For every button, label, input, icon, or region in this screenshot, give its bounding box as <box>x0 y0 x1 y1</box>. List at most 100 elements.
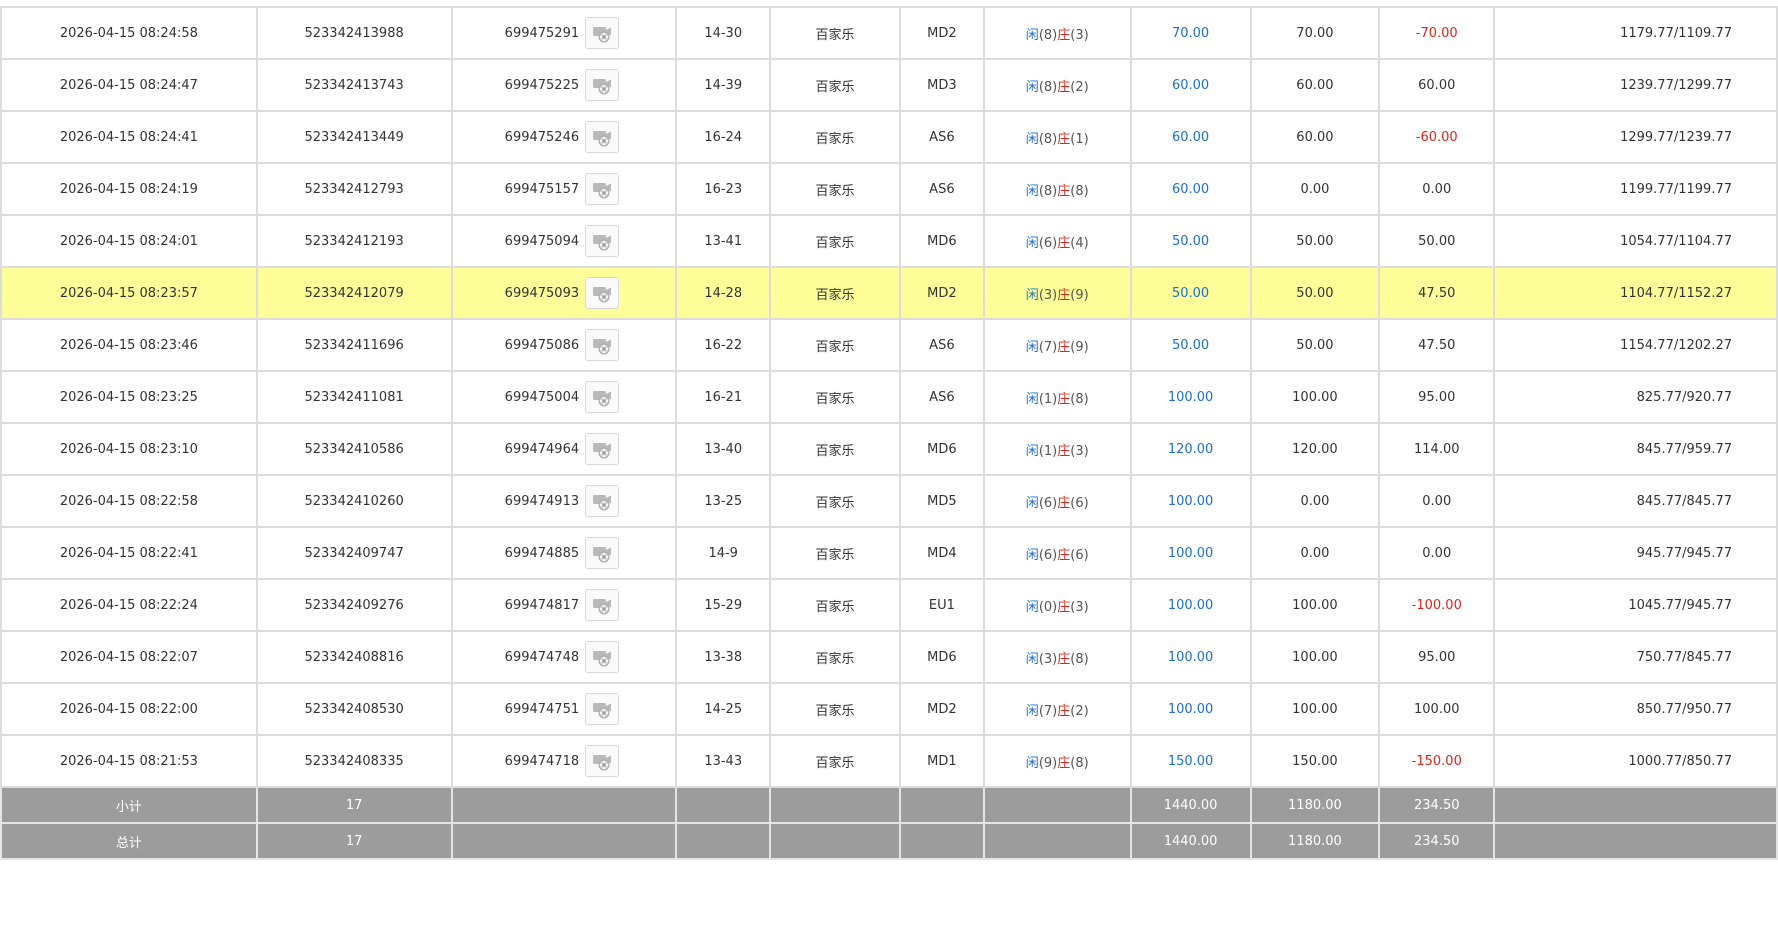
game-type: 百家乐 <box>769 526 901 580</box>
video-replay-icon[interactable] <box>585 537 620 569</box>
video-replay-icon[interactable] <box>585 381 620 413</box>
bet-amount[interactable]: 100.00 <box>1129 526 1252 580</box>
bet-amount[interactable]: 50.00 <box>1129 266 1252 320</box>
game-id-cell: 699474718 <box>450 734 678 788</box>
table-row[interactable]: 2026-04-15 08:24:58 523342413988 699475291… <box>0 6 1778 60</box>
win-loss: 95.00 <box>1378 630 1496 684</box>
video-replay-icon[interactable] <box>585 693 620 725</box>
bet-time: 2026-04-15 08:24:41 <box>0 110 258 164</box>
bet-amount[interactable]: 150.00 <box>1129 734 1252 788</box>
valid-bet: 0.00 <box>1249 162 1381 216</box>
video-replay-icon[interactable] <box>585 225 620 257</box>
bet-amount[interactable]: 70.00 <box>1129 6 1252 60</box>
valid-bet: 60.00 <box>1249 110 1381 164</box>
game-id-cell: 699475094 <box>450 214 678 268</box>
bet-amount[interactable]: 60.00 <box>1129 162 1252 216</box>
bet-amount[interactable]: 60.00 <box>1129 110 1252 164</box>
table-row[interactable]: 2026-04-15 08:22:41 523342409747 699474885… <box>0 526 1778 580</box>
table-row[interactable]: 2026-04-15 08:22:07 523342408816 699474748… <box>0 630 1778 684</box>
banker-points: (3) <box>1070 599 1089 615</box>
video-replay-icon[interactable] <box>585 69 620 101</box>
table-row[interactable]: 2026-04-15 08:22:24 523342409276 699474817… <box>0 578 1778 632</box>
banker-label: 庄 <box>1057 131 1071 147</box>
table-row[interactable]: 2026-04-15 08:24:47 523342413743 699475225… <box>0 58 1778 112</box>
win-loss: 0.00 <box>1378 526 1496 580</box>
game-id-cell: 699475225 <box>450 58 678 112</box>
valid-bet: 100.00 <box>1249 370 1381 424</box>
game-type: 百家乐 <box>769 734 901 788</box>
order-number: 523342411081 <box>255 370 453 424</box>
table-row[interactable]: 2026-04-15 08:23:25 523342411081 699475004… <box>0 370 1778 424</box>
video-replay-icon[interactable] <box>585 17 620 49</box>
video-replay-icon[interactable] <box>585 641 620 673</box>
win-loss: 114.00 <box>1378 422 1496 476</box>
total-row: 总计 17 1440.00 1180.00 234.50 <box>0 822 1778 860</box>
video-replay-icon[interactable] <box>585 329 620 361</box>
game-id-cell: 699475291 <box>450 6 678 60</box>
banker-points: (6) <box>1070 495 1089 511</box>
order-number: 523342411696 <box>255 318 453 372</box>
player-points: (6) <box>1038 235 1058 251</box>
video-replay-icon[interactable] <box>585 433 620 465</box>
result-cell: 闲(9)庄(8) <box>982 734 1132 788</box>
bet-amount[interactable]: 100.00 <box>1129 578 1252 632</box>
player-label: 闲 <box>1025 131 1039 147</box>
banker-label: 庄 <box>1057 391 1071 407</box>
table-row[interactable]: 2026-04-15 08:23:57 523342412079 699475093… <box>0 266 1778 320</box>
table-row[interactable]: 2026-04-15 08:23:46 523342411696 699475086… <box>0 318 1778 372</box>
player-points: (8) <box>1038 131 1058 147</box>
video-replay-icon[interactable] <box>585 485 620 517</box>
player-label: 闲 <box>1025 27 1039 43</box>
player-points: (8) <box>1038 27 1058 43</box>
table-row[interactable]: 2026-04-15 08:22:00 523342408530 699474751… <box>0 682 1778 736</box>
bet-time: 2026-04-15 08:22:58 <box>0 474 258 528</box>
balance-change: 1104.77/1152.27 <box>1493 266 1778 320</box>
video-replay-icon[interactable] <box>585 173 620 205</box>
video-replay-icon[interactable] <box>585 589 620 621</box>
player-label: 闲 <box>1025 183 1039 199</box>
bet-amount[interactable]: 100.00 <box>1129 370 1252 424</box>
order-number: 523342408335 <box>255 734 453 788</box>
video-replay-icon[interactable] <box>585 745 620 777</box>
table-row[interactable]: 2026-04-15 08:24:41 523342413449 699475246… <box>0 110 1778 164</box>
player-points: (7) <box>1038 703 1058 719</box>
table-number: 14-28 <box>675 266 772 320</box>
result-cell: 闲(7)庄(2) <box>982 682 1132 736</box>
player-points: (9) <box>1038 755 1058 771</box>
table-body: 2026-04-15 08:24:58 523342413988 699475291… <box>0 6 1778 788</box>
result-cell: 闲(6)庄(4) <box>982 214 1132 268</box>
banker-label: 庄 <box>1057 443 1071 459</box>
bet-amount[interactable]: 100.00 <box>1129 630 1252 684</box>
balance-change: 750.77/845.77 <box>1493 630 1778 684</box>
result-cell: 闲(0)庄(3) <box>982 578 1132 632</box>
player-label: 闲 <box>1025 495 1039 511</box>
table-row[interactable]: 2026-04-15 08:21:53 523342408335 699474718… <box>0 734 1778 788</box>
bet-amount[interactable]: 60.00 <box>1129 58 1252 112</box>
table-row[interactable]: 2026-04-15 08:23:10 523342410586 699474964… <box>0 422 1778 476</box>
win-loss: 0.00 <box>1378 474 1496 528</box>
subtotal-count: 17 <box>255 786 453 824</box>
video-replay-icon[interactable] <box>585 121 620 153</box>
banker-label: 庄 <box>1057 547 1071 563</box>
player-label: 闲 <box>1025 287 1039 303</box>
bet-time: 2026-04-15 08:21:53 <box>0 734 258 788</box>
game-id-cell: 699474817 <box>450 578 678 632</box>
table-row[interactable]: 2026-04-15 08:24:01 523342412193 699475094… <box>0 214 1778 268</box>
win-loss: -70.00 <box>1378 6 1496 60</box>
table-row[interactable]: 2026-04-15 08:24:19 523342412793 699475157… <box>0 162 1778 216</box>
table-row[interactable]: 2026-04-15 08:22:58 523342410260 699474913… <box>0 474 1778 528</box>
game-type: 百家乐 <box>769 370 901 424</box>
bet-amount[interactable]: 50.00 <box>1129 214 1252 268</box>
balance-change: 1239.77/1299.77 <box>1493 58 1778 112</box>
banker-label: 庄 <box>1057 651 1071 667</box>
order-number: 523342408530 <box>255 682 453 736</box>
bet-amount[interactable]: 100.00 <box>1129 682 1252 736</box>
bet-amount[interactable]: 100.00 <box>1129 474 1252 528</box>
bet-amount[interactable]: 50.00 <box>1129 318 1252 372</box>
result-cell: 闲(3)庄(9) <box>982 266 1132 320</box>
table-number: 13-25 <box>675 474 772 528</box>
banker-points: (3) <box>1070 443 1089 459</box>
valid-bet: 50.00 <box>1249 266 1381 320</box>
bet-amount[interactable]: 120.00 <box>1129 422 1252 476</box>
video-replay-icon[interactable] <box>585 277 620 309</box>
